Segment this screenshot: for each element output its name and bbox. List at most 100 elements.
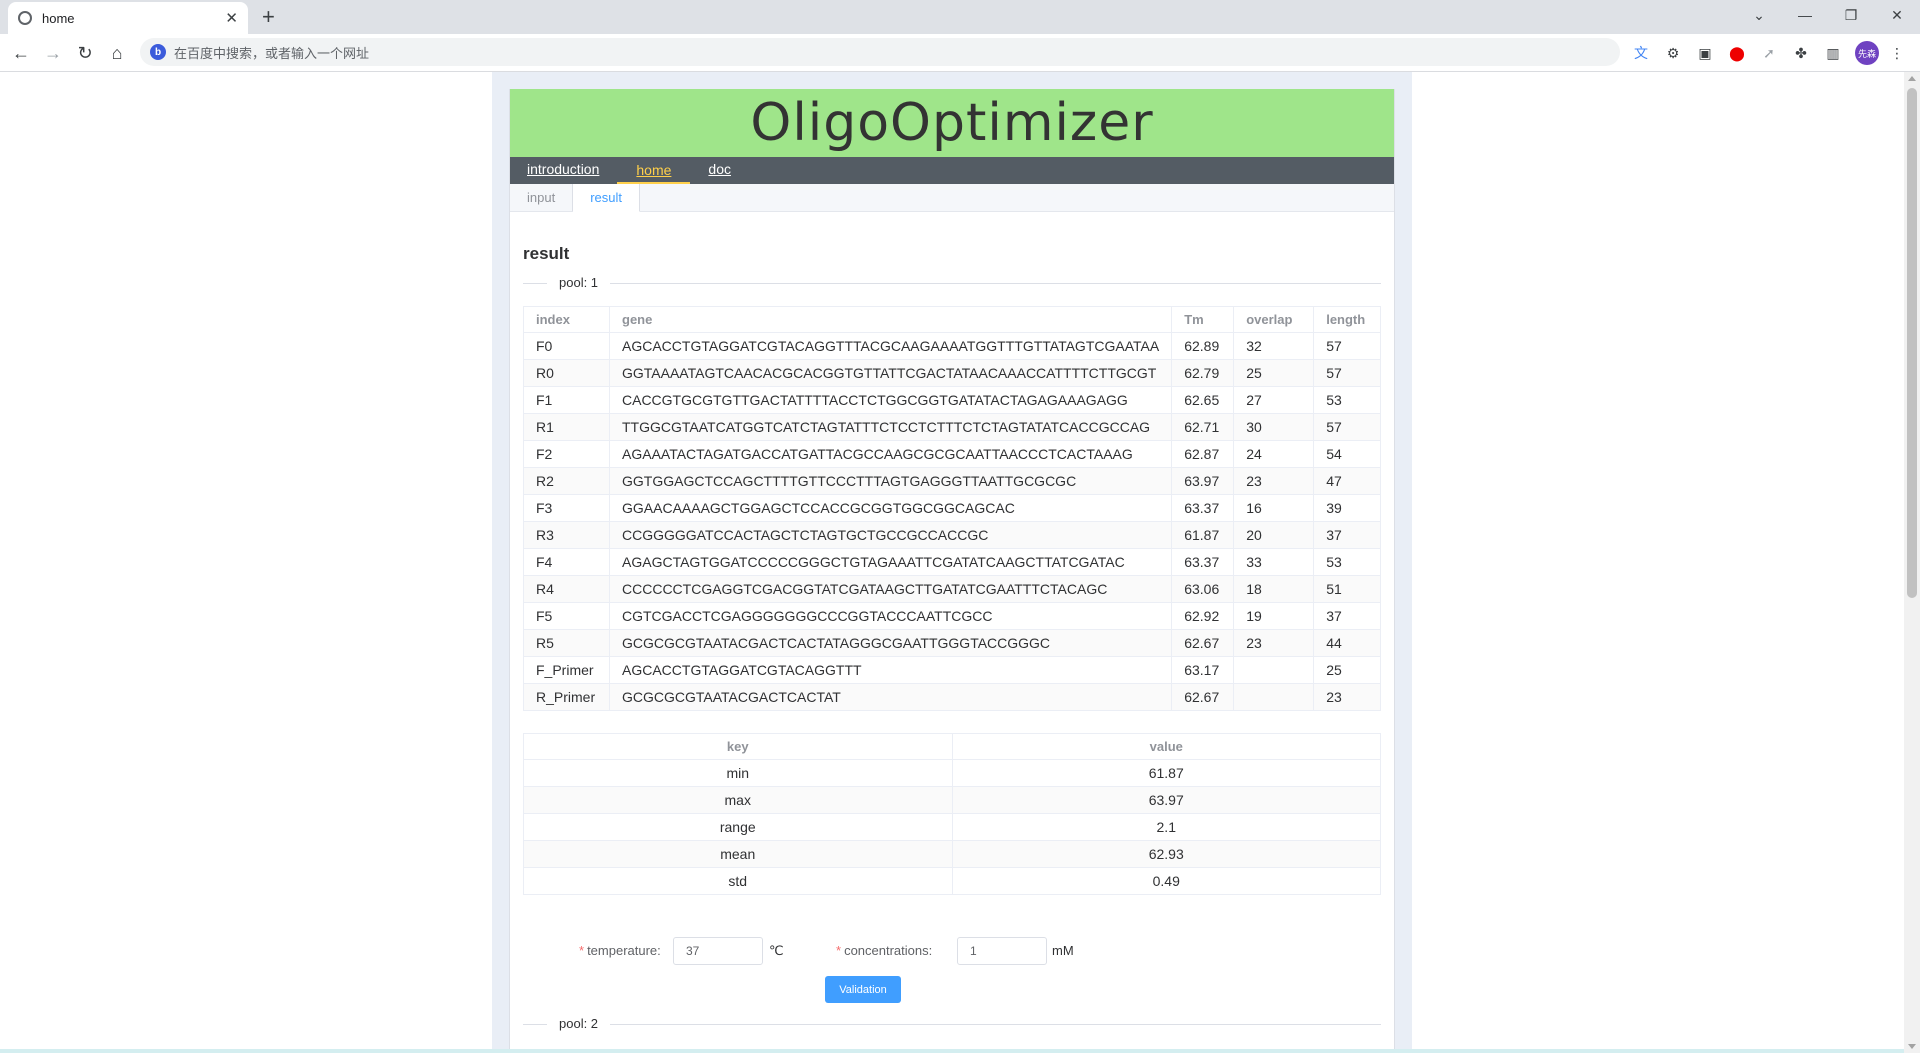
restore-button[interactable]: ❐	[1828, 0, 1874, 30]
column-header-index[interactable]: index	[523, 306, 610, 333]
extensions-puzzle-icon[interactable]: ✤	[1790, 42, 1812, 64]
column-header-gene[interactable]: gene	[608, 306, 1173, 333]
opera-icon[interactable]: ⬤	[1726, 42, 1748, 64]
bottom-edge	[0, 1049, 1904, 1053]
table-row: R1 TTGGCGTAATCATGGTCATCTAGTATTTCTCCTCTTTC…	[523, 413, 1381, 441]
stats-table-header: key value	[523, 733, 1381, 760]
tab-result[interactable]: result	[573, 184, 640, 212]
extension-gear-icon[interactable]: ⚙	[1662, 42, 1684, 64]
cell-overlap	[1233, 656, 1315, 684]
divider-line	[523, 1024, 1381, 1025]
table-row: R5 GCGCGCGTAATACGACTCACTATAGGGCGAATTGGGTA…	[523, 629, 1381, 657]
cell-overlap: 27	[1233, 386, 1315, 414]
pool-1-divider: pool: 1	[523, 274, 1381, 292]
cursor-extension-icon[interactable]: ➚	[1758, 42, 1780, 64]
tab-input[interactable]: input	[510, 184, 574, 211]
close-window-button[interactable]: ✕	[1874, 0, 1920, 30]
translate-icon[interactable]: 文	[1630, 42, 1652, 64]
concentrations-input[interactable]	[957, 937, 1047, 965]
required-mark: *	[579, 943, 585, 958]
result-panel: result pool: 1 index gene Tm overlap len…	[510, 244, 1394, 1033]
cell-index: F_Primer	[523, 656, 610, 684]
address-bar-placeholder: 在百度中搜索，或者输入一个网址	[174, 45, 370, 61]
cell-tm: 63.06	[1171, 575, 1235, 603]
scroll-down-arrow-icon[interactable]	[1908, 1044, 1916, 1049]
nav-introduction[interactable]: introduction	[527, 157, 599, 184]
table-row: mean 62.93	[523, 840, 1381, 868]
column-header-value[interactable]: value	[951, 733, 1381, 760]
browser-tab[interactable]: home ✕	[8, 2, 248, 34]
table-row: min 61.87	[523, 759, 1381, 787]
cell-tm: 63.37	[1171, 494, 1235, 522]
column-header-overlap[interactable]: overlap	[1233, 306, 1315, 333]
extension-mask-icon[interactable]: ▣	[1694, 42, 1716, 64]
cell-overlap: 32	[1233, 332, 1315, 360]
cell-gene: GCGCGCGTAATACGACTCACTATAGGGCGAATTGGGTACC…	[608, 629, 1173, 657]
table-row: R0 GGTAAAATAGTCAACACGCACGGTGTTATTCGACTATA…	[523, 359, 1381, 387]
app-title: OligoOptimizer	[750, 93, 1154, 153]
scrollbar-thumb[interactable]	[1907, 88, 1917, 598]
cell-overlap: 23	[1233, 629, 1315, 657]
nav-doc[interactable]: doc	[708, 157, 731, 184]
cell-tm: 62.65	[1171, 386, 1235, 414]
cell-key: mean	[523, 840, 953, 868]
profile-avatar[interactable]: 先森	[1855, 41, 1879, 65]
cell-length: 51	[1313, 575, 1381, 603]
cell-index: R1	[523, 413, 610, 441]
home-button[interactable]: ⌂	[104, 40, 130, 66]
table-row: F_Primer AGCACCTGTAGGATCGTACAGGTTT 63.17 25	[523, 656, 1381, 684]
table-row: F5 CGTCGACCTCGAGGGGGGGCCCGGTACCCAATTCGCC 6…	[523, 602, 1381, 630]
cell-overlap: 23	[1233, 467, 1315, 495]
cell-tm: 62.67	[1171, 629, 1235, 657]
minimize-button[interactable]: —	[1782, 0, 1828, 30]
table-row: max 63.97	[523, 786, 1381, 814]
divider-line	[523, 283, 1381, 284]
cell-overlap: 20	[1233, 521, 1315, 549]
reload-button[interactable]: ↻	[72, 40, 98, 66]
oligo-table: index gene Tm overlap length F0 AGCACCTGT…	[523, 306, 1381, 711]
column-header-key[interactable]: key	[523, 733, 953, 760]
address-bar[interactable]: b 在百度中搜索，或者输入一个网址	[140, 38, 1620, 66]
column-header-tm[interactable]: Tm	[1171, 306, 1235, 333]
cell-tm: 63.17	[1171, 656, 1235, 684]
scroll-up-arrow-icon[interactable]	[1908, 76, 1916, 81]
nav-home[interactable]: home	[617, 157, 691, 184]
menu-kebab-icon[interactable]: ⋮	[1886, 42, 1908, 64]
cell-overlap: 18	[1233, 575, 1315, 603]
cell-length: 37	[1313, 521, 1381, 549]
pool-2-divider: pool: 2	[523, 1015, 1381, 1033]
cell-value: 0.49	[951, 867, 1381, 895]
stats-table-body: min 61.87 max 63.97 range 2.1 mean 62.93 std 0.49	[523, 759, 1381, 895]
tab-title: home	[42, 10, 75, 26]
tab-search-chevron-icon[interactable]: ⌄	[1736, 0, 1782, 30]
cell-length: 54	[1313, 440, 1381, 468]
stats-table: key value min 61.87 max 63.97 range 2.1 mean 62…	[523, 733, 1381, 895]
pool-1-label: pool: 1	[547, 274, 611, 292]
close-tab-icon[interactable]: ✕	[225, 9, 238, 27]
page-scrollbar[interactable]	[1904, 72, 1920, 1053]
cell-index: R5	[523, 629, 610, 657]
forward-button[interactable]: →	[40, 40, 66, 66]
validation-button[interactable]: Validation	[825, 976, 901, 1003]
side-panel-icon[interactable]: ▥	[1822, 42, 1844, 64]
cell-gene: GGTGGAGCTCCAGCTTTTGTTCCCTTTAGTGAGGGTTAAT…	[608, 467, 1173, 495]
back-button[interactable]: ←	[8, 40, 34, 66]
app-header: OligoOptimizer	[510, 89, 1394, 157]
cell-overlap: 19	[1233, 602, 1315, 630]
oligo-table-body: F0 AGCACCTGTAGGATCGTACAGGTTTACGCAAGAAAATG…	[523, 332, 1381, 711]
column-header-length[interactable]: length	[1313, 306, 1381, 333]
cell-gene: CCGGGGGATCCACTAGCTCTAGTGCTGCCGCCACCGC	[608, 521, 1173, 549]
baidu-search-icon: b	[150, 44, 166, 60]
new-tab-button[interactable]: +	[262, 4, 275, 30]
oligo-table-header: index gene Tm overlap length	[523, 306, 1381, 333]
pool-2-label: pool: 2	[547, 1015, 611, 1033]
temperature-label: * temperature:	[579, 943, 661, 958]
cell-overlap	[1233, 683, 1315, 711]
table-row: F0 AGCACCTGTAGGATCGTACAGGTTTACGCAAGAAAATG…	[523, 332, 1381, 360]
page-viewport: OligoOptimizer introduction home doc inp…	[0, 72, 1920, 1053]
cell-tm: 62.87	[1171, 440, 1235, 468]
cell-overlap: 33	[1233, 548, 1315, 576]
temperature-input[interactable]	[673, 937, 763, 965]
cell-gene: CACCGTGCGTGTTGACTATTTTACCTCTGGCGGTGATATA…	[608, 386, 1173, 414]
concentrations-label-text: concentrations:	[844, 943, 933, 958]
